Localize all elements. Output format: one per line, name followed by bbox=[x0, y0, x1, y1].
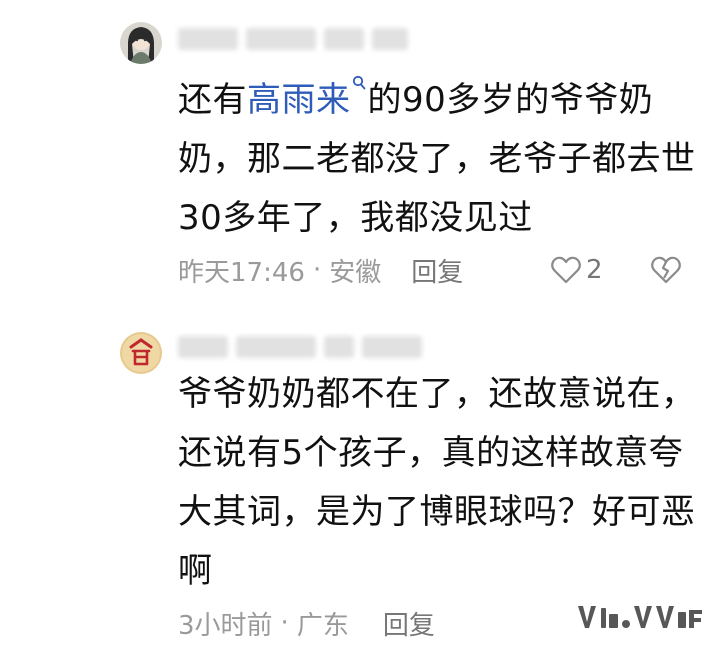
broken-heart-icon bbox=[651, 256, 681, 284]
comment-time: 昨天17:46 bbox=[178, 257, 305, 288]
meta-separator: · bbox=[280, 608, 289, 638]
comment-location: 安徽 bbox=[329, 257, 382, 288]
comment-line-1: 爷爷奶奶都不在了，还故意说在， bbox=[178, 374, 696, 414]
avatar[interactable] bbox=[120, 22, 162, 64]
watermark-logo-icon bbox=[578, 606, 702, 628]
dislike-button[interactable] bbox=[650, 254, 682, 286]
comment-line-2: 奶，那二老都没了，老爷子都去世 bbox=[178, 139, 696, 179]
username-blurred[interactable] bbox=[178, 28, 458, 56]
avatar-red-character-icon bbox=[120, 332, 162, 374]
comment-line-4: 啊 bbox=[178, 551, 213, 591]
comment-line-1: 还有高雨来 的90多岁的爷爷奶 bbox=[178, 71, 698, 130]
avatar[interactable] bbox=[120, 332, 162, 374]
mention-link[interactable]: 高雨来 bbox=[247, 80, 351, 120]
comment-meta: 昨天17:46 · 安徽 回复 bbox=[178, 252, 463, 289]
avatar-girl-illustration-icon bbox=[120, 22, 162, 64]
comment-location: 广东 bbox=[296, 610, 349, 641]
comment-item-2: 爷爷奶奶都不在了，还故意说在， 还说有5个孩子，真的这样故意夸 大其词，是为了博… bbox=[0, 318, 720, 647]
comment-meta: 3小时前 · 广东 回复 bbox=[178, 605, 435, 642]
username-blurred[interactable] bbox=[178, 336, 458, 364]
comment-body: 爷爷奶奶都不在了，还故意说在， 还说有5个孩子，真的这样故意夸 大其词，是为了博… bbox=[178, 365, 698, 601]
heart-outline-icon bbox=[551, 256, 581, 284]
like-count: 2 bbox=[586, 255, 603, 285]
like-button[interactable]: 2 bbox=[550, 254, 603, 286]
comment-body: 还有高雨来 的90多岁的爷爷奶 奶，那二老都没了，老爷子都去世 30多年了，我都没… bbox=[178, 71, 698, 248]
comment-text-segment: 的90多岁的爷爷奶 bbox=[367, 80, 654, 120]
comment-text-segment: 还有 bbox=[178, 80, 247, 120]
comment-line-2: 还说有5个孩子，真的这样故意夸 bbox=[178, 433, 684, 473]
reply-button[interactable]: 回复 bbox=[383, 605, 435, 642]
meta-separator: · bbox=[312, 255, 322, 285]
comment-time: 3小时前 bbox=[178, 610, 273, 641]
comment-item-1: 还有高雨来 的90多岁的爷爷奶 奶，那二老都没了，老爷子都去世 30多年了，我都没… bbox=[0, 0, 720, 318]
comment-line-3: 30多年了，我都没见过 bbox=[178, 198, 533, 238]
reply-button[interactable]: 回复 bbox=[411, 252, 463, 289]
comment-line-3: 大其词，是为了博眼球吗？好可恶 bbox=[178, 492, 696, 532]
search-icon[interactable] bbox=[352, 71, 366, 93]
watermark-logo bbox=[576, 600, 706, 634]
